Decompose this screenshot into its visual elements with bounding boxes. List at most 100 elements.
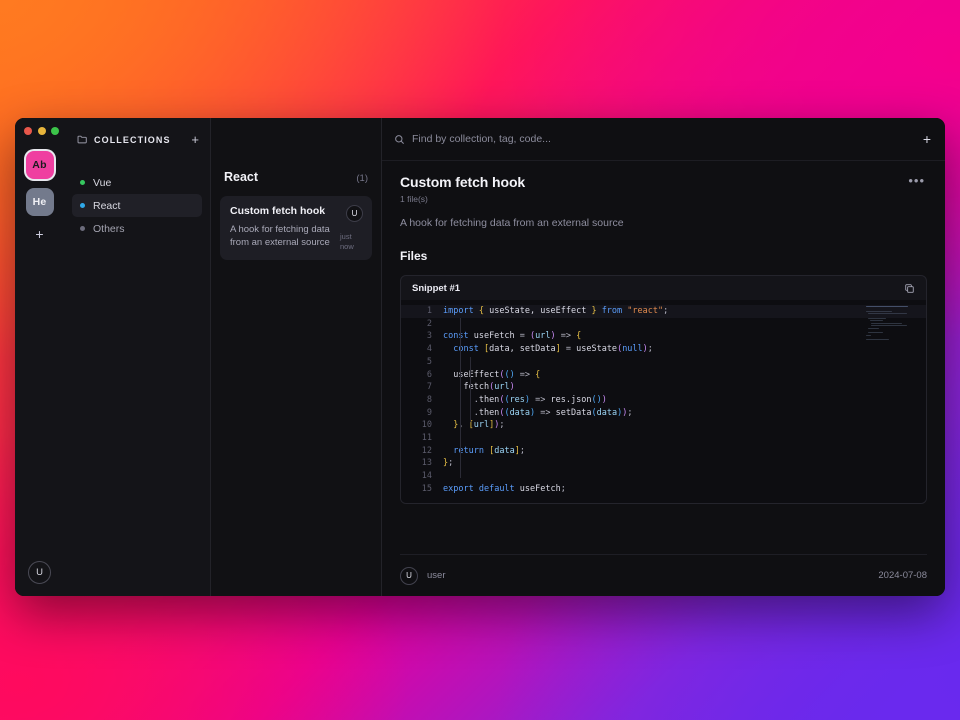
snippet-card-header: Snippet #1 [401,276,926,300]
detail-body: Custom fetch hook 1 file(s) ••• A hook f… [382,161,945,554]
code-line-text: return [data]; [443,445,525,458]
minimize-window-button[interactable] [38,127,46,135]
workspace-avatar-he[interactable]: He [26,188,54,216]
code-line: 10 }, [url]); [401,419,926,432]
code-token: default [479,484,515,494]
search-input[interactable] [412,133,913,145]
line-number: 7 [401,381,443,394]
code-line: 7 fetch(url) [401,381,926,394]
list-item-avatar-initial: U [352,209,358,218]
code-token: useFetch [469,331,520,341]
search-container[interactable] [394,133,913,145]
code-line: 14 [401,470,926,483]
search-icon [394,134,405,145]
line-number: 1 [401,305,443,318]
add-collection-button[interactable]: + [191,133,199,146]
copy-icon[interactable] [904,283,915,294]
code-area[interactable]: 1import { useState, useEffect } from "re… [401,300,926,503]
avatar-initial: U [406,571,412,580]
code-token: { [576,331,581,341]
current-user-initial: U [36,567,43,578]
code-token [443,370,453,380]
code-line: 4 const [data, setData] = useState(null)… [401,343,926,356]
maximize-window-button[interactable] [51,127,59,135]
detail-footer: U user 2024-07-08 [400,554,927,596]
snippet-list-count: (1) [356,173,368,184]
list-item-timestamp: just now [340,232,364,252]
code-token: return [453,446,484,456]
sidebar-item-others[interactable]: Others [72,217,202,240]
code-line: 15export default useFetch; [401,483,926,496]
code-line-text: const useFetch = (url) => { [443,330,581,343]
code-token: ; [561,484,566,494]
list-item-title: Custom fetch hook [230,205,362,218]
line-number: 14 [401,470,443,483]
close-window-button[interactable] [24,127,32,135]
code-line-text: .then((res) => res.json()) [443,394,607,407]
snippet-list-panel: React (1) Custom fetch hook A hook for f… [211,118,382,596]
file-count-label: 1 file(s) [400,194,906,204]
code-token: useState [576,344,617,354]
sidebar-item-label: React [93,200,120,212]
line-number: 9 [401,407,443,420]
more-options-icon[interactable]: ••• [906,174,927,188]
workspace-list: Ab He [26,151,54,216]
files-section-title: Files [400,249,927,263]
code-line-text [443,356,448,369]
code-lines: 1import { useState, useEffect } from "re… [401,305,926,496]
code-token [443,344,453,354]
line-number: 3 [401,330,443,343]
add-snippet-button[interactable]: + [913,132,931,146]
code-token: res.json [551,395,592,405]
code-token: { [535,370,540,380]
code-token: null [622,344,642,354]
add-workspace-button[interactable]: + [35,227,43,241]
author-block: U user [400,567,445,585]
code-line: 8 .then((res) => res.json()) [401,394,926,407]
code-line-text: fetch(url) [443,381,515,394]
app-window: Ab He + U COLLECTIONS + [15,118,945,596]
code-token: export [443,484,474,494]
code-line: 5 [401,356,926,369]
current-user-avatar[interactable]: U [28,561,51,584]
snippet-card: Snippet #1 1import { useState, useEffect… [400,275,927,504]
code-token: res [510,395,525,405]
code-token: const [443,331,469,341]
code-token: ; [520,446,525,456]
list-item-avatar: U [346,205,363,222]
snippet-title: Snippet #1 [412,283,460,294]
list-item[interactable]: Custom fetch hook A hook for fetching da… [220,196,372,260]
code-line: 9 .then((data) => setData(data)); [401,407,926,420]
code-token: ) [510,382,515,392]
line-number: 12 [401,445,443,458]
collections-title: COLLECTIONS [94,135,185,145]
line-number: 4 [401,343,443,356]
code-line-text: useEffect(() => { [443,369,540,382]
code-line: 2 [401,318,926,331]
sidebar-item-react[interactable]: React [72,194,202,217]
code-token: ) [602,395,607,405]
code-token: ; [648,344,653,354]
code-line: 11 [401,432,926,445]
collections-header: COLLECTIONS + [64,118,210,161]
collections-sidebar: COLLECTIONS + Vue React Others [64,118,211,596]
code-token: ; [499,420,504,430]
code-line: 3const useFetch = (url) => { [401,330,926,343]
code-token: from [602,306,622,316]
workspace-avatar-ab[interactable]: Ab [26,151,54,179]
detail-panel: + Custom fetch hook 1 file(s) ••• A hook… [382,118,945,596]
snippet-list-header: React (1) [220,118,372,184]
code-line: 1import { useState, useEffect } from "re… [401,305,926,318]
code-token: import [443,306,474,316]
detail-description: A hook for fetching data from an externa… [400,217,927,229]
code-token: => [556,331,576,341]
code-token: fetch [463,382,489,392]
sidebar-item-vue[interactable]: Vue [72,171,202,194]
line-number: 13 [401,457,443,470]
code-token: "react" [627,306,663,316]
snippet-date: 2024-07-08 [878,570,927,581]
code-token: data [494,446,514,456]
author-name: user [427,570,445,581]
line-number: 8 [401,394,443,407]
code-line-text: .then((data) => setData(data)); [443,407,632,420]
